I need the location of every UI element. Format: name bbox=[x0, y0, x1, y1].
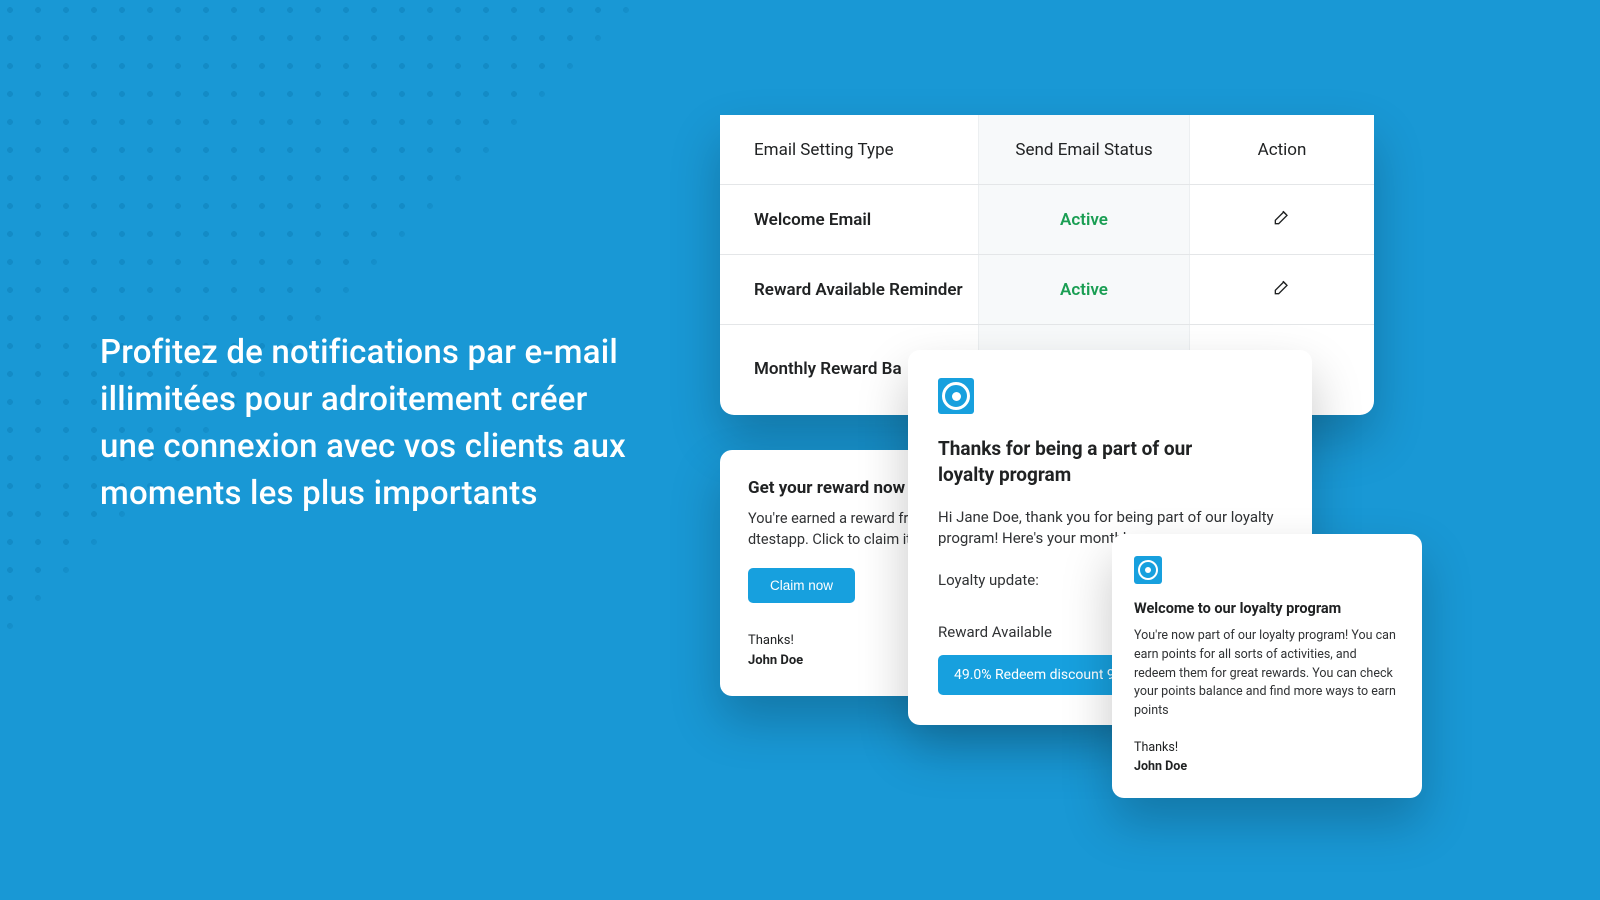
brand-logo-icon bbox=[1134, 556, 1162, 584]
table-row: Welcome Email Active bbox=[720, 185, 1374, 255]
row-status: Active bbox=[1060, 280, 1108, 300]
edit-icon[interactable] bbox=[1272, 277, 1292, 302]
welcome-title: Welcome to our loyalty program bbox=[1134, 600, 1400, 617]
row-status: Active bbox=[1060, 210, 1108, 230]
edit-icon[interactable] bbox=[1272, 207, 1292, 232]
col-header-type: Email Setting Type bbox=[720, 140, 978, 160]
welcome-signer: John Doe bbox=[1134, 758, 1400, 777]
brand-logo-icon bbox=[938, 378, 974, 414]
welcome-thanks: Thanks! bbox=[1134, 739, 1400, 758]
row-type: Welcome Email bbox=[720, 210, 978, 230]
welcome-body: You're now part of our loyalty program! … bbox=[1134, 627, 1400, 721]
col-header-action: Action bbox=[1190, 140, 1374, 160]
welcome-email-preview: Welcome to our loyalty program You're no… bbox=[1112, 534, 1422, 798]
table-row: Reward Available Reminder Active bbox=[720, 255, 1374, 325]
claim-now-button[interactable]: Claim now bbox=[748, 568, 855, 603]
headline-text: Profitez de notifications par e-mail ill… bbox=[100, 330, 640, 517]
table-header-row: Email Setting Type Send Email Status Act… bbox=[720, 115, 1374, 185]
col-header-status: Send Email Status bbox=[978, 115, 1190, 184]
row-type: Reward Available Reminder bbox=[720, 280, 978, 300]
loyalty-title: Thanks for being a part of our loyalty p… bbox=[938, 436, 1238, 487]
